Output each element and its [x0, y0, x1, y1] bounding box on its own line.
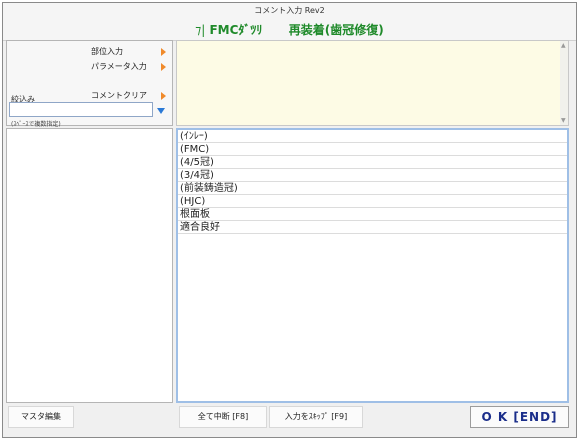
comment-item[interactable]: (3/4冠) — [178, 169, 567, 182]
scroll-up-icon[interactable]: ▲ — [561, 42, 566, 49]
comment-clear-label: コメントクリア — [91, 91, 147, 100]
arrow-right-icon — [161, 63, 166, 71]
heading-procedure-code: FMCﾀﾞﾂﾘ — [209, 23, 263, 37]
filter-hint: (ｽﾍﾟｰｽで複数指定) — [11, 121, 61, 128]
tooth-icon: ⁊| — [195, 23, 206, 37]
comment-list[interactable]: (ｲﾝﾚｰ) (FMC) (4/5冠) (3/4冠) (前装鋳造冠) (HJC)… — [176, 128, 569, 403]
dropdown-arrow-icon[interactable] — [157, 108, 165, 114]
cancel-all-button[interactable]: 全て中断 [F8] — [179, 406, 267, 428]
parameter-input-button[interactable]: パラメータ入力 — [87, 59, 169, 74]
skip-input-button[interactable]: 入力をｽｷｯﾌﾟ [F9] — [269, 406, 363, 428]
scroll-down-icon[interactable]: ▼ — [561, 117, 566, 124]
preview-scrollbar[interactable]: ▲ ▼ — [560, 41, 568, 125]
comment-item[interactable]: 適合良好 — [178, 221, 567, 234]
site-input-label: 部位入力 — [91, 47, 123, 56]
comment-item[interactable]: (4/5冠) — [178, 156, 567, 169]
comment-item[interactable]: (前装鋳造冠) — [178, 182, 567, 195]
master-edit-button[interactable]: マスタ編集 — [8, 406, 74, 428]
heading-procedure-name: 再装着(歯冠修復) — [288, 23, 384, 37]
window-title: コメント入力 Rev2 — [3, 3, 576, 19]
arrow-right-icon — [161, 92, 166, 100]
input-controls-panel: 部位入力 パラメータ入力 コメントクリア 絞込み (ｽﾍﾟｰｽで複数指定) — [6, 40, 173, 128]
filter-input[interactable] — [9, 102, 153, 117]
comment-preview-area[interactable]: ▲ ▼ — [176, 40, 569, 126]
comment-clear-button[interactable]: コメントクリア — [87, 88, 169, 103]
ok-button[interactable]: O K [END] — [470, 406, 569, 428]
category-list[interactable] — [6, 128, 173, 403]
comment-item[interactable]: (HJC) — [178, 195, 567, 208]
site-input-button[interactable]: 部位入力 — [87, 44, 169, 59]
comment-item[interactable]: (ｲﾝﾚｰ) — [178, 130, 567, 143]
comment-item[interactable]: (FMC) — [178, 143, 567, 156]
comment-item[interactable]: 根面板 — [178, 208, 567, 221]
procedure-heading: ⁊| FMCﾀﾞﾂﾘ 再装着(歯冠修復) — [3, 19, 576, 41]
arrow-right-icon — [161, 48, 166, 56]
parameter-input-label: パラメータ入力 — [91, 62, 147, 71]
